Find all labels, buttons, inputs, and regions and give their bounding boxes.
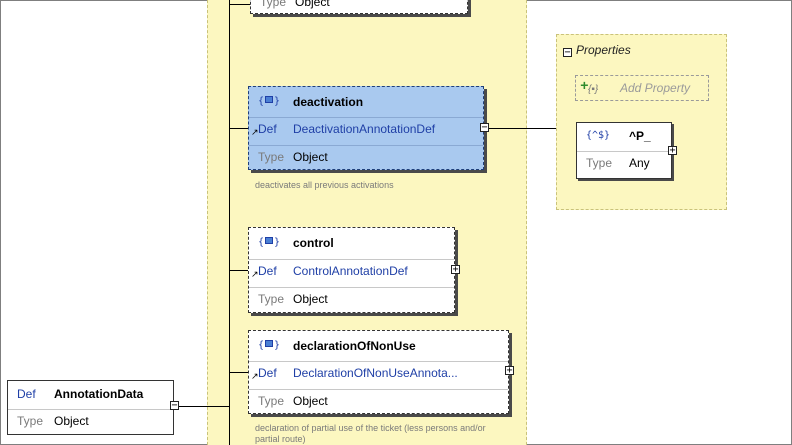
- node-pattern-property[interactable]: {^$} ^P_ Type Any: [576, 122, 672, 179]
- def-keyword: Def: [258, 264, 277, 278]
- type-keyword: Type: [586, 156, 613, 170]
- property-icon: {}: [258, 96, 281, 107]
- def-keyword: Def: [17, 387, 36, 401]
- properties-title: Properties: [576, 43, 631, 57]
- def-value[interactable]: DeactivationAnnotationDef: [293, 118, 435, 140]
- def-keyword: Def: [258, 366, 277, 380]
- add-property-button[interactable]: + {▪} Add Property: [575, 75, 709, 101]
- node-name: control: [293, 236, 334, 250]
- type-keyword: Type: [260, 0, 287, 9]
- expand-icon[interactable]: +: [668, 146, 677, 156]
- type-value: Object: [54, 414, 89, 428]
- collapse-icon[interactable]: −: [170, 401, 179, 411]
- connector-line: [229, 4, 250, 5]
- add-property-icon: +: [580, 77, 589, 93]
- property-icon: {}: [258, 340, 281, 351]
- node-AnnotationData[interactable]: Def AnnotationData Type Object: [7, 380, 174, 435]
- def-value[interactable]: AnnotationData: [54, 383, 143, 405]
- type-keyword: Type: [258, 150, 285, 164]
- add-property-label: Add Property: [620, 81, 691, 95]
- connector-trunk: [229, 0, 230, 445]
- collapse-icon[interactable]: −: [480, 123, 489, 133]
- type-value: Object: [293, 150, 328, 164]
- pattern-property-icon: {^$}: [586, 130, 611, 141]
- connector-line: [179, 406, 229, 407]
- node-description: declaration of partial use of the ticket…: [255, 423, 486, 444]
- def-value[interactable]: DeclarationOfNonUseAnnota...: [293, 362, 458, 384]
- node-control[interactable]: {} control ↗ Def ControlAnnotationDef Ty…: [248, 227, 455, 313]
- expand-icon[interactable]: +: [451, 265, 460, 275]
- partial-node-top[interactable]: Type Object: [250, 0, 468, 14]
- type-value: Object: [295, 0, 330, 9]
- node-declarationOfNonUse[interactable]: {} declarationOfNonUse ↗ Def Declaration…: [248, 330, 509, 414]
- expand-icon[interactable]: +: [505, 366, 514, 376]
- node-deactivation[interactable]: {} deactivation ↗ Def DeactivationAnnota…: [248, 86, 484, 170]
- type-value: Any: [629, 156, 650, 170]
- connector-line: [229, 270, 248, 271]
- type-keyword: Type: [17, 414, 44, 428]
- connector-line: [229, 372, 248, 373]
- collapse-icon[interactable]: −: [563, 48, 572, 58]
- type-value: Object: [293, 394, 328, 408]
- connector-line: [229, 128, 248, 129]
- type-value: Object: [293, 292, 328, 306]
- type-keyword: Type: [258, 292, 285, 306]
- property-icon: {▪}: [588, 84, 599, 95]
- property-icon: {}: [258, 237, 281, 248]
- def-keyword: Def: [258, 122, 277, 136]
- node-description: deactivates all previous activations: [255, 180, 394, 190]
- def-value[interactable]: ControlAnnotationDef: [293, 260, 408, 282]
- node-name: deactivation: [293, 95, 364, 109]
- type-keyword: Type: [258, 394, 285, 408]
- node-name: ^P_: [629, 129, 651, 143]
- node-name: declarationOfNonUse: [293, 339, 416, 353]
